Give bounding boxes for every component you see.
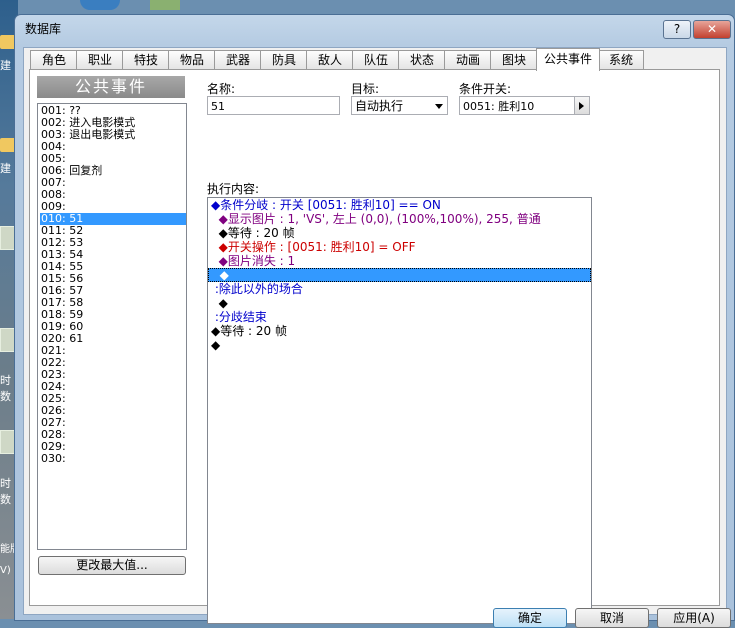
target-label: 目标:: [351, 82, 380, 96]
tab-animations[interactable]: 动画: [444, 50, 492, 70]
command-line[interactable]: ◆开关操作 : [0051: 胜利10] = OFF: [208, 240, 591, 254]
content-label: 执行内容:: [207, 182, 260, 196]
command-line[interactable]: ◆显示图片 : 1, 'VS', 左上 (0,0), (100%,100%), …: [208, 212, 591, 226]
ok-button[interactable]: 确定: [493, 608, 567, 628]
name-label: 名称:: [207, 82, 236, 96]
command-lines: ◆条件分岐 : 开关 [0051: 胜利10] == ON ◆显示图片 : 1,…: [208, 198, 591, 352]
tab-classes[interactable]: 职业: [76, 50, 124, 70]
desktop-icon-fragment: [150, 0, 180, 10]
desktop-label: 时: [0, 477, 11, 490]
command-line[interactable]: ◆等待 : 20 帧: [208, 324, 591, 338]
target-select[interactable]: 自动执行: [351, 96, 448, 115]
close-button[interactable]: ✕: [693, 20, 731, 39]
desktop-label: 数: [0, 493, 11, 506]
command-line[interactable]: ◆条件分岐 : 开关 [0051: 胜利10] == ON: [208, 198, 591, 212]
desktop-label: 时: [0, 374, 11, 387]
tab-states[interactable]: 状态: [398, 50, 446, 70]
apply-button[interactable]: 应用(A): [657, 608, 731, 628]
change-max-button[interactable]: 更改最大值...: [38, 556, 186, 575]
window-title: 数据库: [25, 22, 62, 36]
desktop-icon-fragment: [80, 0, 120, 10]
command-line[interactable]: :除此以外的场合: [208, 282, 591, 296]
desktop-label: 建: [0, 59, 11, 72]
tab-items[interactable]: 物品: [168, 50, 216, 70]
database-window: 数据库 ? ✕ 角色 职业 特技 物品 武器 防具 敌人 队伍 状态 动画 图块…: [14, 14, 735, 628]
cancel-button[interactable]: 取消: [575, 608, 649, 628]
dialog-client-area: 角色 职业 特技 物品 武器 防具 敌人 队伍 状态 动画 图块 公共事件 系统…: [23, 47, 731, 628]
tab-tilesets[interactable]: 图块: [490, 50, 538, 70]
name-input[interactable]: 51: [207, 96, 340, 115]
tab-system[interactable]: 系统: [598, 50, 644, 70]
event-list-items: 001: ?? 002: 进入电影模式 003: 退出电影模式 004: 005: 006…: [38, 104, 186, 465]
command-line[interactable]: :分歧结束: [208, 310, 591, 324]
target-select-value: 自动执行: [355, 99, 404, 113]
command-line[interactable]: ◆: [208, 338, 591, 352]
tab-weapons[interactable]: 武器: [214, 50, 262, 70]
tab-troops[interactable]: 队伍: [352, 50, 400, 70]
switch-label: 条件开关:: [459, 82, 512, 96]
desktop-label: 建: [0, 162, 11, 175]
event-list-title: 公共事件: [37, 76, 185, 98]
switch-field[interactable]: 0051: 胜利10: [459, 96, 590, 115]
tab-armors[interactable]: 防具: [260, 50, 308, 70]
command-list[interactable]: ◆条件分岐 : 开关 [0051: 胜利10] == ON ◆显示图片 : 1,…: [207, 197, 592, 624]
chevron-right-icon: [579, 102, 584, 110]
event-list[interactable]: 001: ?? 002: 进入电影模式 003: 退出电影模式 004: 005: 006…: [37, 103, 187, 550]
switch-pick-button[interactable]: [574, 97, 589, 114]
switch-value: 0051: 胜利10: [463, 100, 535, 113]
common-events-panel: 公共事件 001: ?? 002: 进入电影模式 003: 退出电影模式 004: 00…: [29, 69, 720, 624]
tab-enemies[interactable]: 敌人: [306, 50, 354, 70]
help-button[interactable]: ?: [663, 20, 691, 39]
command-line[interactable]: ◆: [208, 268, 591, 282]
command-line[interactable]: ◆: [208, 296, 591, 310]
tab-actors[interactable]: 角色: [30, 50, 78, 70]
command-line[interactable]: ◆图片消失 : 1: [208, 254, 591, 268]
tab-common-events[interactable]: 公共事件: [536, 48, 600, 71]
chevron-down-icon: [435, 104, 443, 109]
desktop-label: V): [0, 565, 11, 576]
event-list-item[interactable]: 030:: [40, 453, 186, 465]
tab-skills[interactable]: 特技: [122, 50, 170, 70]
desktop-label: 数: [0, 390, 11, 403]
command-line[interactable]: ◆等待 : 20 帧: [208, 226, 591, 240]
